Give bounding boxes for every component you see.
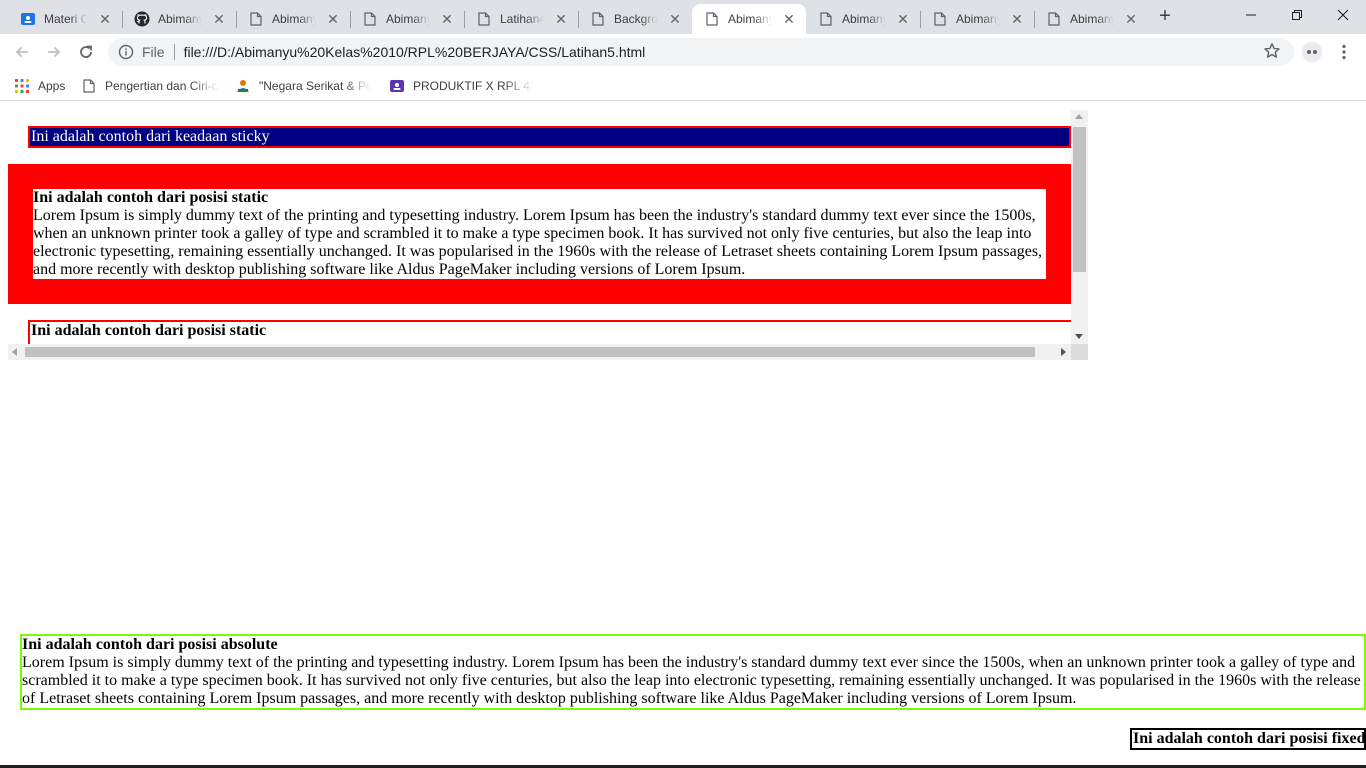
close-icon[interactable]: ✕ xyxy=(98,12,112,26)
tab[interactable]: Abimanyu ✕ xyxy=(350,4,465,34)
new-tab-button[interactable]: + xyxy=(1151,5,1179,29)
tab-active[interactable]: Abimanyu ✕ xyxy=(692,4,806,34)
forward-arrow-icon xyxy=(48,46,61,58)
scrollbar-corner xyxy=(1071,344,1088,360)
tab-title: Abimanyu xyxy=(1070,12,1114,26)
page-icon xyxy=(81,78,97,94)
page-icon xyxy=(476,11,492,27)
close-icon[interactable]: ✕ xyxy=(212,12,226,26)
sticky-element: Ini adalah contoh dari keadaan sticky xyxy=(28,126,1071,148)
vertical-scroll-thumb[interactable] xyxy=(1073,127,1086,272)
static-title: Ini adalah contoh dari posisi static xyxy=(33,189,269,206)
page-icon xyxy=(590,11,606,27)
tab-title: Abimanyu xyxy=(272,12,316,26)
tab[interactable]: Abimanyu ✕ xyxy=(1034,4,1148,34)
close-icon[interactable]: ✕ xyxy=(668,12,682,26)
restore-button[interactable] xyxy=(1274,0,1320,30)
bookmark-label: Pengertian dan Ciri-ciri xyxy=(105,79,219,93)
close-window-icon xyxy=(1337,9,1349,21)
scroll-right-icon[interactable] xyxy=(1061,348,1066,356)
absolute-element: Ini adalah contoh dari posisi absolute L… xyxy=(20,634,1366,710)
google-classroom-icon xyxy=(389,78,405,94)
static-element: Ini adalah contoh dari posisi static Lor… xyxy=(33,189,1046,279)
minimize-icon xyxy=(1246,14,1256,16)
apps-grid-icon xyxy=(14,78,30,94)
google-classroom-icon xyxy=(20,11,36,27)
address-bar[interactable]: File file:///D:/Abimanyu%20Kelas%2010/RP… xyxy=(108,38,1294,66)
url-text[interactable]: file:///D:/Abimanyu%20Kelas%2010/RPL%20B… xyxy=(184,44,646,60)
tab-title: Latihan4.html xyxy=(500,12,544,26)
page-icon xyxy=(818,11,834,27)
minimize-button[interactable] xyxy=(1228,0,1274,30)
bookmark-item[interactable]: "Negara Serikat & Pe xyxy=(235,76,371,96)
close-icon[interactable]: ✕ xyxy=(440,12,454,26)
close-icon[interactable]: ✕ xyxy=(896,12,910,26)
tab[interactable]: Abimanyu ✕ xyxy=(122,4,237,34)
scroll-up-icon[interactable] xyxy=(1075,114,1083,119)
horizontal-scroll-thumb[interactable] xyxy=(25,347,1035,357)
tab-title: Abimanyu xyxy=(842,12,886,26)
tab-strip: Materi CSS ✕ Abimanyu ✕ Abimanyu ✕ Abima… xyxy=(0,0,1366,34)
page-icon xyxy=(1046,11,1062,27)
vertical-scrollbar[interactable] xyxy=(1071,110,1088,344)
back-button[interactable] xyxy=(10,40,34,64)
static-container: Ini adalah contoh dari posisi static Lor… xyxy=(8,164,1071,304)
github-icon xyxy=(134,11,150,27)
close-window-button[interactable] xyxy=(1320,0,1366,30)
tab-title: Abimanyu xyxy=(158,12,202,26)
close-icon[interactable]: ✕ xyxy=(1124,12,1138,26)
tab-title: Background xyxy=(614,12,658,26)
fixed-element: Ini adalah contoh dari posisi fixed xyxy=(1130,728,1366,750)
bookmarks-bar: Apps Pengertian dan Ciri-ciri "Negara Se… xyxy=(0,70,1366,101)
absolute-title: Ini adalah contoh dari posisi absolute xyxy=(22,636,278,653)
page-icon xyxy=(248,11,264,27)
scroll-container[interactable]: Ini adalah contoh dari keadaan sticky In… xyxy=(8,110,1088,360)
site-logo-icon xyxy=(235,78,251,94)
scheme-label: File xyxy=(142,44,165,60)
scroll-down-icon[interactable] xyxy=(1075,334,1083,339)
info-icon[interactable] xyxy=(118,44,134,60)
close-icon[interactable]: ✕ xyxy=(554,12,568,26)
tab-title: Materi CSS xyxy=(44,12,88,26)
bookmark-item[interactable]: PRODUKTIF X RPL 4 - xyxy=(389,76,533,96)
bookmark-item[interactable]: Pengertian dan Ciri-ciri xyxy=(81,76,219,96)
tab[interactable]: Background ✕ xyxy=(578,4,693,34)
bookmark-star-icon[interactable] xyxy=(1262,40,1282,62)
tab[interactable]: Abimanyu ✕ xyxy=(920,4,1035,34)
tab[interactable]: Abimanyu ✕ xyxy=(236,4,351,34)
tab-title: Abimanyu xyxy=(728,12,772,26)
horizontal-scrollbar[interactable] xyxy=(8,344,1071,360)
tab[interactable]: Latihan4.html ✕ xyxy=(464,4,579,34)
close-icon[interactable]: ✕ xyxy=(1010,12,1024,26)
reload-button[interactable] xyxy=(74,40,98,64)
tab-title: Abimanyu xyxy=(386,12,430,26)
bookmark-label: Apps xyxy=(38,79,66,93)
reload-icon xyxy=(80,45,92,58)
profile-avatar-icon[interactable] xyxy=(1302,42,1322,62)
page-icon xyxy=(362,11,378,27)
close-icon[interactable]: ✕ xyxy=(782,12,796,26)
page-icon xyxy=(932,11,948,27)
page-content: Ini adalah contoh dari keadaan sticky In… xyxy=(0,102,1366,768)
more-menu-icon[interactable] xyxy=(1336,42,1352,62)
page-icon xyxy=(704,11,720,27)
toolbar: File file:///D:/Abimanyu%20Kelas%2010/RP… xyxy=(0,34,1366,70)
restore-icon xyxy=(1292,10,1302,20)
close-icon[interactable]: ✕ xyxy=(326,12,340,26)
forward-button[interactable] xyxy=(42,40,66,64)
bookmark-label: PRODUKTIF X RPL 4 - xyxy=(413,79,533,93)
tab[interactable]: Materi CSS ✕ xyxy=(8,4,123,34)
tab[interactable]: Abimanyu ✕ xyxy=(806,4,921,34)
tab-title: Abimanyu xyxy=(956,12,1000,26)
bookmark-label: "Negara Serikat & Pe xyxy=(259,79,371,93)
bookmark-apps[interactable]: Apps xyxy=(14,76,65,96)
absolute-paragraph: Lorem Ipsum is simply dummy text of the … xyxy=(22,654,1361,707)
scroll-left-icon[interactable] xyxy=(12,348,17,356)
back-arrow-icon xyxy=(15,46,28,58)
static-paragraph: Lorem Ipsum is simply dummy text of the … xyxy=(33,207,1043,278)
